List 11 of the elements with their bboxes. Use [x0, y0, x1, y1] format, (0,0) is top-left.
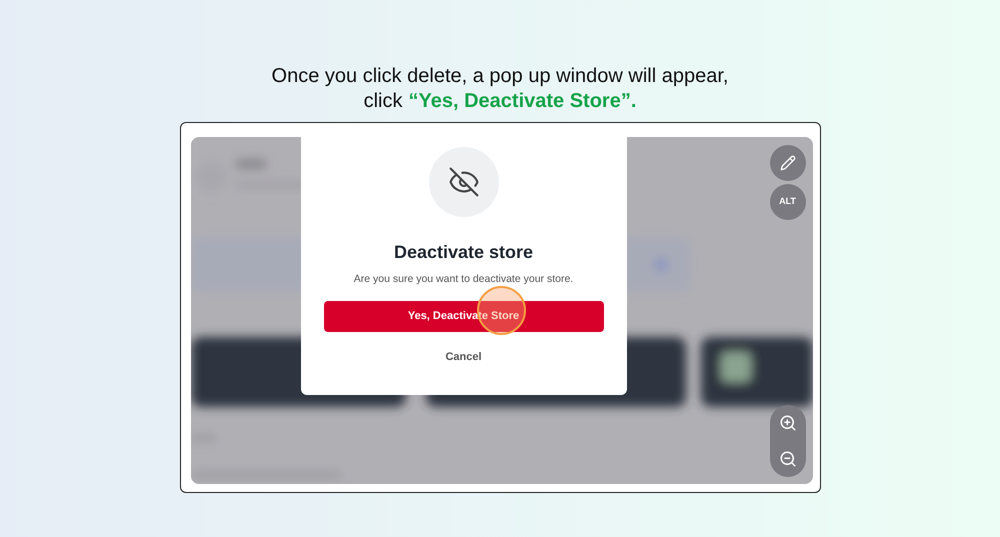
highlighted-action-text: “Yes, Deactivate Store”.: [408, 89, 636, 114]
zoom-out-button[interactable]: [778, 450, 796, 468]
pencil-icon: [780, 155, 796, 171]
dialog-title: Deactivate store: [394, 241, 534, 264]
zoom-in-button[interactable]: [778, 414, 796, 432]
cancel-button[interactable]: Cancel: [445, 348, 482, 366]
instruction-text: Once you click delete, a pop up window will appear,: [272, 64, 728, 89]
alt-button[interactable]: ALT: [770, 184, 806, 220]
instruction-text: click: [364, 89, 402, 114]
edit-button[interactable]: [770, 145, 806, 181]
dialog-message: Are you sure you want to deactivate your store.: [354, 272, 574, 287]
